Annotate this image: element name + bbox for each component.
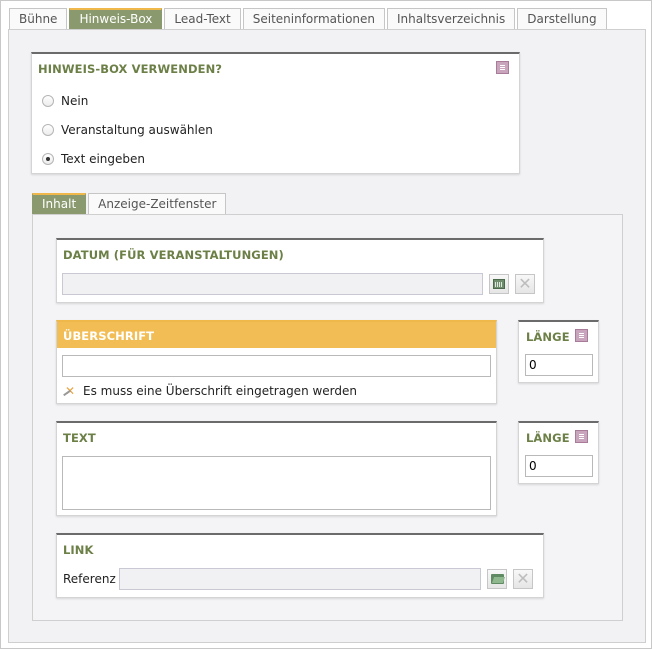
browse-button[interactable] [487, 569, 507, 589]
laenge-section-1: LÄNGE [518, 320, 599, 383]
laenge-input-2[interactable] [525, 455, 593, 477]
calendar-button[interactable] [489, 274, 509, 294]
clear-icon: ✕ [518, 274, 532, 293]
text-section: TEXT [56, 421, 497, 516]
tab-buehne[interactable]: Bühne [9, 8, 68, 29]
datum-section: DATUM (FÜR VERANSTALTUNGEN) ✕ [56, 238, 544, 303]
text-title: TEXT [63, 431, 96, 445]
tab-seiteninformationen[interactable]: Seiteninformationen [242, 8, 386, 29]
link-title: LINK [63, 543, 94, 557]
radio-veranstaltung-circle[interactable] [42, 124, 54, 136]
referenz-label: Referenz [63, 572, 116, 586]
radio-veranstaltung[interactable]: Veranstaltung auswählen [42, 122, 213, 138]
document-icon[interactable] [496, 61, 509, 74]
text-textarea[interactable] [62, 456, 491, 510]
tab-inhalt[interactable]: Inhalt [32, 193, 87, 215]
ueberschrift-header: ÜBERSCHRIFT [57, 322, 496, 348]
ueberschrift-title: ÜBERSCHRIFT [63, 329, 155, 343]
radio-text-eingeben-label: Text eingeben [61, 152, 146, 166]
tab-anzeige-zeitfenster[interactable]: Anzeige-Zeitfenster [88, 193, 227, 214]
radio-text-eingeben-circle[interactable] [42, 153, 54, 165]
radio-veranstaltung-label: Veranstaltung auswählen [61, 123, 213, 137]
referenz-input[interactable] [119, 568, 481, 590]
tab-darstellung[interactable]: Darstellung [517, 8, 607, 29]
clear-date-button[interactable]: ✕ [515, 274, 535, 294]
ueberschrift-error-text: Es muss eine Überschrift eingetragen wer… [83, 384, 358, 398]
sub-tab-bar: Inhalt Anzeige-Zeitfenster [32, 193, 228, 215]
document-icon[interactable] [575, 329, 588, 342]
warning-icon [63, 384, 77, 398]
datum-input[interactable] [62, 273, 483, 295]
laenge-title-1: LÄNGE [526, 330, 570, 344]
ueberschrift-input[interactable] [62, 355, 491, 377]
datum-title: DATUM (FÜR VERANSTALTUNGEN) [63, 248, 284, 262]
link-section: LINK Referenz ✕ [56, 533, 544, 598]
laenge-section-2: LÄNGE [518, 421, 599, 484]
hinweis-box-section: HINWEIS-BOX VERWENDEN? Nein Veranstaltun… [31, 52, 520, 174]
ueberschrift-error: Es muss eine Überschrift eingetragen wer… [63, 383, 357, 399]
clear-icon: ✕ [516, 569, 530, 588]
clear-link-button[interactable]: ✕ [513, 569, 533, 589]
folder-open-icon [491, 574, 504, 584]
laenge-input-1[interactable] [525, 354, 593, 376]
radio-nein[interactable]: Nein [42, 93, 88, 109]
ueberschrift-section: ÜBERSCHRIFT Es muss eine Überschrift ein… [56, 320, 497, 404]
tab-inhaltsverzeichnis[interactable]: Inhaltsverzeichnis [387, 8, 516, 29]
radio-nein-circle[interactable] [42, 95, 54, 107]
tab-lead-text[interactable]: Lead-Text [164, 8, 241, 29]
tab-hinweis-box[interactable]: Hinweis-Box [69, 8, 163, 30]
top-tab-bar: Bühne Hinweis-Box Lead-Text Seiteninform… [9, 8, 609, 30]
document-icon[interactable] [575, 430, 588, 443]
radio-nein-label: Nein [61, 94, 89, 108]
calendar-icon [493, 279, 505, 289]
hinweis-box-title: HINWEIS-BOX VERWENDEN? [38, 62, 223, 76]
laenge-title-2: LÄNGE [526, 431, 570, 445]
editor-window: Bühne Hinweis-Box Lead-Text Seiteninform… [0, 0, 652, 649]
radio-text-eingeben[interactable]: Text eingeben [42, 151, 145, 167]
